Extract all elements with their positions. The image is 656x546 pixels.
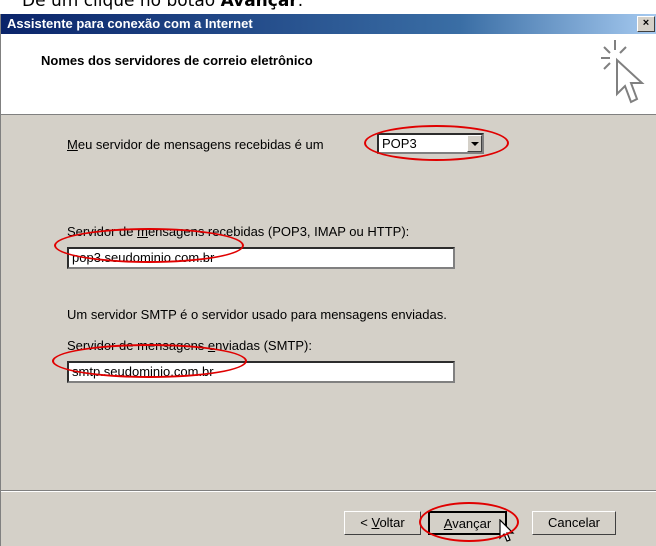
window-title: Assistente para conexão com a Internet bbox=[7, 16, 253, 31]
back-button[interactable]: < Voltar bbox=[344, 511, 421, 535]
outgoing-server-label-start: Servidor de mensagens bbox=[67, 338, 208, 353]
caption-bold: Avançar bbox=[220, 0, 298, 11]
incoming-server-type-value: POP3 bbox=[382, 136, 417, 151]
outgoing-server-input[interactable]: smtp.seudominio.com.br bbox=[67, 361, 455, 383]
incoming-server-label-start: Servidor de bbox=[67, 224, 138, 239]
incoming-server-label-accel: m bbox=[137, 224, 148, 239]
instruction-caption: Dê um clique no botão Avançar. bbox=[22, 0, 303, 11]
smtp-info-text: Um servidor SMTP é o servidor usado para… bbox=[67, 307, 447, 322]
incoming-type-label: Meu servidor de mensagens recebidas é um bbox=[67, 137, 324, 152]
chevron-down-icon[interactable] bbox=[467, 135, 482, 152]
back-button-prefix: < bbox=[360, 515, 372, 530]
outgoing-server-label: Servidor de mensagens enviadas (SMTP): bbox=[67, 338, 312, 353]
next-button-text: vançar bbox=[452, 516, 492, 531]
back-button-text: oltar bbox=[379, 515, 405, 530]
wizard-window: Assistente para conexão com a Internet ×… bbox=[0, 14, 656, 546]
outgoing-server-value: smtp.seudominio.com.br bbox=[72, 364, 214, 379]
wizard-cursor-icon bbox=[601, 40, 645, 104]
incoming-server-input[interactable]: pop3.seudominio.com.br bbox=[67, 247, 455, 269]
page-title: Nomes dos servidores de correio eletrôni… bbox=[41, 53, 313, 68]
close-button[interactable]: × bbox=[637, 16, 655, 32]
next-button[interactable]: Avançar bbox=[428, 511, 507, 535]
mouse-pointer-icon bbox=[499, 519, 515, 542]
footer-divider bbox=[1, 490, 656, 492]
next-button-accel: A bbox=[443, 516, 453, 531]
incoming-server-label: Servidor de mensagens recebidas (POP3, I… bbox=[67, 224, 409, 239]
incoming-type-label-accel: M bbox=[67, 137, 78, 152]
incoming-type-label-text: eu servidor de mensagens recebidas é um bbox=[77, 137, 324, 152]
title-bar: Assistente para conexão com a Internet × bbox=[1, 14, 656, 34]
caption-suffix: . bbox=[297, 0, 304, 11]
incoming-server-label-end: ensagens recebidas (POP3, IMAP ou HTTP): bbox=[147, 224, 410, 239]
outgoing-server-label-end: nviadas (SMTP): bbox=[215, 338, 312, 353]
incoming-server-type-select[interactable]: POP3 bbox=[377, 133, 484, 154]
wizard-header: Nomes dos servidores de correio eletrôni… bbox=[1, 34, 656, 115]
incoming-server-value: pop3.seudominio.com.br bbox=[72, 250, 215, 265]
cancel-button[interactable]: Cancelar bbox=[532, 511, 616, 535]
caption-text: Dê um clique no botão bbox=[22, 0, 221, 11]
